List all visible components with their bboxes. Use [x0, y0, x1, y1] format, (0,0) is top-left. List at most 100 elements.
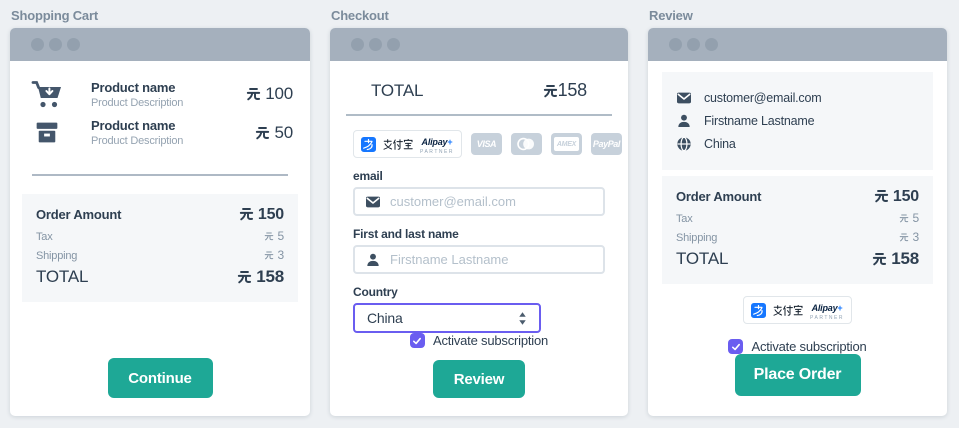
yuan-symbol-icon [900, 214, 909, 223]
continue-button[interactable]: Continue [107, 358, 213, 398]
envelope-icon [366, 196, 380, 207]
customer-country-row: China [676, 136, 919, 152]
product-name: Product name [91, 118, 176, 133]
customer-email: customer@email.com [704, 91, 822, 105]
checkout-title: Checkout [331, 8, 389, 23]
tax-label: Tax [676, 213, 693, 225]
window-dot [67, 38, 80, 51]
yuan-symbol-icon [874, 190, 888, 203]
yuan-symbol-icon [246, 88, 260, 101]
window-dot [705, 38, 718, 51]
subscription-label: Activate subscription [751, 339, 867, 354]
box-icon [36, 122, 58, 143]
shipping-value: 3 [899, 230, 919, 244]
visa-label: VISA [476, 139, 497, 149]
review-window: customer@email.com Firstname Lastname Ch… [648, 28, 947, 416]
shipping-value: 3 [264, 248, 284, 262]
alipay-plus-wordmark: Alipay+ PARTNER [420, 137, 454, 155]
review-title: Review [649, 8, 693, 23]
person-icon [367, 253, 379, 266]
yuan-symbol-icon [265, 251, 274, 260]
product-description: Product Description [91, 135, 184, 147]
subscription-checkbox[interactable] [728, 339, 744, 354]
subscription-label: Activate subscription [432, 333, 549, 348]
name-input[interactable] [390, 252, 593, 268]
subscription-row: Activate subscription [409, 333, 549, 348]
country-label: Country [353, 285, 398, 300]
select-arrows-icon [519, 311, 526, 325]
yuan-symbol-icon [900, 233, 909, 242]
total-label: TOTAL [676, 249, 729, 268]
window-titlebar [648, 28, 947, 61]
amex-label: AMEX [556, 140, 576, 148]
paypal-badge[interactable]: PayPal [590, 133, 622, 155]
total-label: TOTAL [371, 81, 424, 100]
customer-country: China [704, 137, 736, 151]
window-dot [369, 38, 382, 51]
customer-info-box: customer@email.com Firstname Lastname Ch… [662, 72, 933, 170]
alipay-plus-wordmark: Alipay+ PARTNER [810, 303, 844, 321]
total-label: TOTAL [36, 267, 89, 286]
total-value: 158 [237, 267, 284, 287]
paypal-label: PayPal [592, 139, 621, 149]
cart-item: Product name Product Description 50 [27, 118, 293, 147]
alipay-cn-text [383, 138, 413, 150]
globe-icon [677, 136, 691, 152]
order-amount-value: 150 [239, 206, 284, 224]
cart-item: Product name Product Description 100 [27, 79, 293, 109]
window-dot [31, 38, 44, 51]
subscription-checkbox[interactable] [409, 333, 425, 348]
amex-badge[interactable]: AMEX [550, 133, 582, 155]
alipay-cn-text [773, 304, 803, 316]
customer-name-row: Firstname Lastname [676, 113, 919, 129]
checkout-total-row: TOTAL 158 [353, 72, 605, 101]
email-field-wrap [353, 187, 605, 217]
tax-value: 5 [899, 211, 919, 225]
window-titlebar [330, 28, 628, 61]
tax-label: Tax [36, 231, 53, 243]
yuan-symbol-icon [237, 271, 251, 284]
visa-badge[interactable]: VISA [470, 133, 502, 155]
yuan-symbol-icon [543, 85, 557, 98]
window-dot [669, 38, 682, 51]
mastercard-badge[interactable] [510, 133, 542, 155]
product-description: Product Description [91, 96, 184, 109]
alipay-badge: Alipay+ PARTNER [743, 296, 852, 324]
window-titlebar [10, 28, 310, 61]
shopping-cart-window: Product name Product Description 100 Pro… [10, 28, 310, 416]
country-value: China [367, 310, 403, 327]
place-order-button[interactable]: Place Order [734, 354, 861, 396]
email-input[interactable] [390, 194, 593, 209]
person-icon [678, 114, 690, 127]
shopping-cart-panel: Shopping Cart Product name Product Descr… [10, 8, 310, 416]
order-amount-value: 150 [874, 188, 919, 206]
alipay-badge[interactable]: Alipay+ PARTNER [353, 130, 462, 158]
review-panel: Review customer@email.com Firstname Last… [648, 8, 947, 416]
name-label: First and last name [353, 227, 459, 242]
checkout-window: TOTAL 158 Alipay+ PARTNER VISA AMEX PayP… [330, 28, 628, 416]
cart-item-list: Product name Product Description 100 Pro… [22, 70, 298, 147]
product-price: 100 [246, 84, 293, 104]
shopping-cart-title: Shopping Cart [11, 8, 98, 23]
subscription-row: Activate subscription [728, 339, 867, 354]
country-select[interactable]: China [353, 303, 541, 333]
yuan-symbol-icon [239, 208, 253, 221]
cart-arrow-down-icon [31, 81, 61, 108]
alipay-logo-icon [361, 136, 376, 152]
customer-email-row: customer@email.com [676, 90, 919, 106]
window-dot [351, 38, 364, 51]
yuan-symbol-icon [872, 253, 886, 266]
review-button[interactable]: Review [433, 360, 525, 398]
mastercard-icon [517, 137, 535, 151]
envelope-icon [677, 92, 691, 104]
shipping-label: Shipping [36, 250, 78, 262]
total-value: 158 [543, 80, 587, 101]
alipay-logo-icon [751, 302, 767, 318]
payment-methods-row: Alipay+ PARTNER VISA AMEX PayPal [353, 130, 622, 158]
order-summary: Order Amount 150 Tax 5 Shipping 3 TOTAL … [662, 176, 933, 284]
check-icon [731, 343, 740, 350]
product-name: Product name [91, 79, 176, 95]
product-price: 50 [255, 123, 293, 143]
order-amount-label: Order Amount [676, 189, 762, 204]
yuan-symbol-icon [255, 126, 270, 139]
